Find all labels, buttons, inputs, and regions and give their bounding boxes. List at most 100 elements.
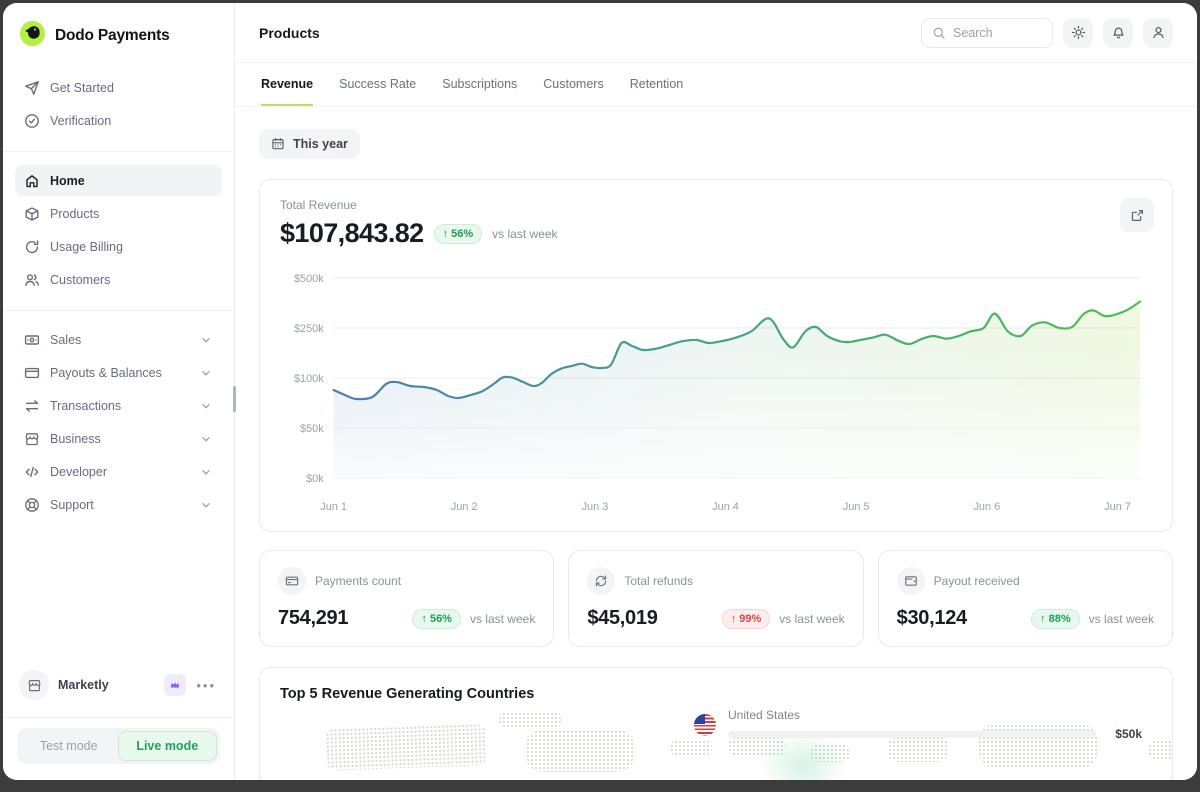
tab-customers[interactable]: Customers [543, 77, 603, 106]
stat-compare-label: vs last week [779, 612, 844, 626]
sidebar-main-section: Home Products Usage Billing Customers [3, 159, 234, 303]
test-mode-option[interactable]: Test mode [20, 731, 118, 761]
payout-received-card: Payout received $30,124 ↑ 88% vs last we… [878, 550, 1173, 647]
lifebuoy-icon [24, 497, 40, 513]
us-flag-icon [694, 714, 716, 736]
crown-icon [169, 679, 181, 691]
users-icon [24, 272, 40, 288]
sidebar-item-transactions[interactable]: Transactions [15, 390, 222, 421]
top-countries-card: Top 5 Revenue Generating Countries [259, 667, 1173, 780]
sidebar-item-label: Products [50, 207, 99, 221]
sidebar-top-section: Get Started Verification [3, 66, 234, 144]
live-mode-option[interactable]: Live mode [118, 731, 218, 761]
svg-text:Jun 6: Jun 6 [973, 501, 1000, 513]
badge-check-icon [24, 113, 40, 129]
sidebar-item-support[interactable]: Support [15, 489, 222, 520]
notifications-button[interactable] [1103, 18, 1133, 48]
stat-change-badge: ↑ 88% [1031, 609, 1080, 629]
theme-toggle-button[interactable] [1063, 18, 1093, 48]
chevron-down-icon [199, 498, 213, 512]
search-input[interactable] [953, 26, 1038, 40]
stat-label: Payout received [934, 574, 1020, 588]
svg-text:Jun 2: Jun 2 [451, 501, 478, 513]
sidebar-item-usage-billing[interactable]: Usage Billing [15, 231, 222, 262]
svg-text:$0k: $0k [306, 473, 324, 485]
sidebar-item-home[interactable]: Home [15, 165, 222, 196]
sidebar-divider [3, 151, 234, 152]
sidebar-item-customers[interactable]: Customers [15, 264, 222, 295]
sidebar-item-get-started[interactable]: Get Started [15, 72, 222, 103]
sidebar-divider [3, 310, 234, 311]
upgrade-button[interactable] [164, 674, 186, 696]
send-icon [24, 80, 40, 96]
sidebar-item-business[interactable]: Business [15, 423, 222, 454]
sun-icon [1071, 25, 1086, 40]
search-field[interactable] [921, 18, 1053, 48]
refund-icon [587, 567, 615, 595]
tab-subscriptions[interactable]: Subscriptions [442, 77, 517, 106]
credit-card-icon [278, 567, 306, 595]
tab-success-rate[interactable]: Success Rate [339, 77, 416, 106]
org-menu-button[interactable]: ••• [194, 678, 218, 693]
revenue-change-badge: ↑ 56% [434, 224, 483, 244]
sidebar-item-label: Home [50, 174, 85, 188]
tab-bar: Revenue Success Rate Subscriptions Custo… [235, 63, 1197, 107]
period-filter-button[interactable]: This year [259, 129, 360, 159]
content-area: This year Total Revenue $107,843.82 ↑ 56… [235, 107, 1197, 780]
stat-label: Total refunds [624, 574, 693, 588]
sidebar-item-products[interactable]: Products [15, 198, 222, 229]
sidebar-item-payouts-balances[interactable]: Payouts & Balances [15, 357, 222, 388]
calendar-icon [271, 137, 285, 151]
svg-text:Jun 5: Jun 5 [843, 501, 870, 513]
share-icon [1130, 208, 1145, 223]
stat-value: 754,291 [278, 607, 348, 630]
revenue-value: $107,843.82 [280, 218, 424, 249]
sidebar-item-label: Usage Billing [50, 240, 123, 254]
sidebar-item-verification[interactable]: Verification [15, 105, 222, 136]
chevron-down-icon [199, 366, 213, 380]
banknote-icon [24, 332, 40, 348]
sidebar-item-developer[interactable]: Developer [15, 456, 222, 487]
account-button[interactable] [1143, 18, 1173, 48]
sidebar-item-label: Business [50, 432, 101, 446]
store-icon [24, 431, 40, 447]
home-icon [24, 173, 40, 189]
code-icon [24, 464, 40, 480]
sidebar-scrollbar[interactable] [233, 386, 236, 412]
stat-value: $30,124 [897, 607, 967, 630]
stat-label: Payments count [315, 574, 401, 588]
dodo-logo-icon [19, 20, 46, 52]
sidebar-item-label: Payouts & Balances [50, 366, 162, 380]
card-icon [24, 365, 40, 381]
sidebar-item-sales[interactable]: Sales [15, 324, 222, 355]
payments-count-card: Payments count 754,291 ↑ 56% vs last wee… [259, 550, 554, 647]
svg-text:Jun 3: Jun 3 [582, 501, 609, 513]
revenue-area-chart: $500k$250k$100k$50k$0kJun 1Jun 2Jun 3Jun… [280, 263, 1152, 521]
sidebar-item-label: Customers [50, 273, 110, 287]
svg-text:$100k: $100k [294, 373, 324, 385]
export-chart-button[interactable] [1120, 198, 1154, 232]
store-icon [27, 678, 42, 693]
package-icon [24, 206, 40, 222]
country-value: $50k [1108, 727, 1142, 741]
period-filter-label: This year [293, 137, 348, 151]
brand: Dodo Payments [3, 3, 234, 66]
country-bar-track [728, 731, 1096, 738]
bell-icon [1111, 25, 1126, 40]
main-area: Products Revenue Success Rate [235, 3, 1197, 780]
payout-icon [897, 567, 925, 595]
countries-title: Top 5 Revenue Generating Countries [280, 686, 1152, 702]
tab-revenue[interactable]: Revenue [261, 77, 313, 106]
sidebar-item-label: Transactions [50, 399, 121, 413]
tab-retention[interactable]: Retention [630, 77, 684, 106]
country-name: United States [728, 708, 1142, 722]
rotate-icon [24, 239, 40, 255]
sidebar-item-label: Developer [50, 465, 107, 479]
org-switcher[interactable]: Marketly ••• [3, 660, 234, 710]
sidebar: Dodo Payments Get Started Verification H… [3, 3, 235, 780]
mode-toggle: Test mode Live mode [17, 728, 220, 764]
revenue-label: Total Revenue [280, 198, 1152, 212]
user-icon [1151, 25, 1166, 40]
stat-change-badge: ↑ 56% [412, 609, 461, 629]
chevron-down-icon [199, 465, 213, 479]
